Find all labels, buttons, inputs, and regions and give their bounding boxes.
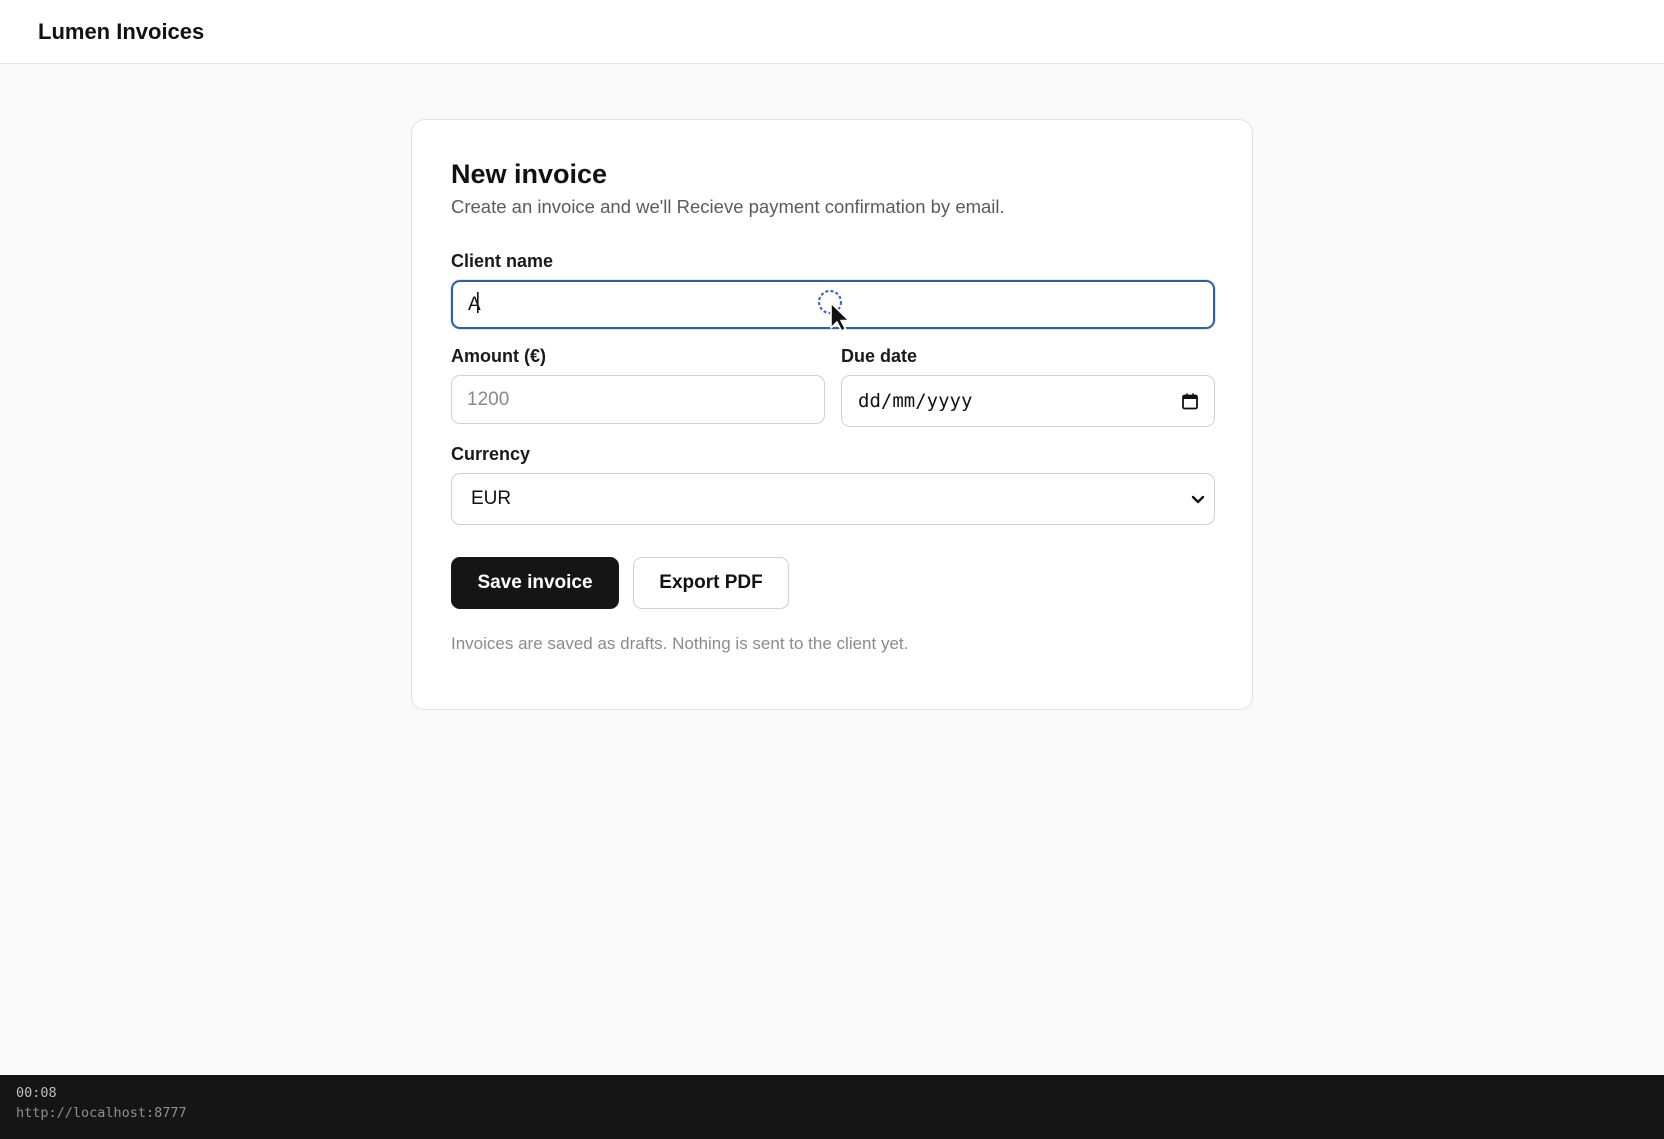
due-date-group: Due date dd/mm/yyyy (841, 346, 1215, 427)
save-invoice-button[interactable]: Save invoice (451, 557, 619, 609)
currency-group: Currency EUR (451, 444, 1215, 525)
drafts-note: Invoices are saved as drafts. Nothing is… (451, 634, 909, 653)
due-date-label: Due date (841, 346, 918, 366)
currency-selected-value: EUR (471, 488, 512, 509)
client-name-label: Client name (451, 251, 554, 271)
page-subtitle: Create an invoice and we'll Recieve paym… (451, 196, 1005, 218)
calendar-icon[interactable] (1182, 393, 1198, 410)
page-title: New invoice (451, 159, 608, 189)
page-url: http://localhost:8777 (16, 1105, 187, 1121)
recording-status-bar: 00:08 http://localhost:8777 (0, 1075, 1664, 1139)
amount-label: Amount (€) (451, 346, 546, 366)
due-date-input[interactable]: dd/mm/yyyy (841, 375, 1215, 427)
currency-label: Currency (451, 444, 531, 464)
due-date-value: dd/mm/yyyy (858, 390, 973, 412)
amount-group: Amount (€) (451, 346, 825, 424)
form-actions: Save invoice Export PDF (451, 557, 789, 609)
new-invoice-card: New invoice Create an invoice and we'll … (411, 119, 1253, 710)
chevron-down-icon (1191, 495, 1205, 504)
elapsed-timer: 00:08 (16, 1085, 57, 1101)
amount-input[interactable] (451, 375, 825, 424)
client-name-input[interactable] (451, 280, 1215, 329)
top-bar: Lumen Invoices (0, 0, 1664, 64)
client-name-group: Client name (451, 251, 1215, 329)
app-title: Lumen Invoices (38, 18, 205, 44)
export-pdf-button[interactable]: Export PDF (633, 557, 789, 609)
currency-select[interactable]: EUR (451, 473, 1215, 525)
